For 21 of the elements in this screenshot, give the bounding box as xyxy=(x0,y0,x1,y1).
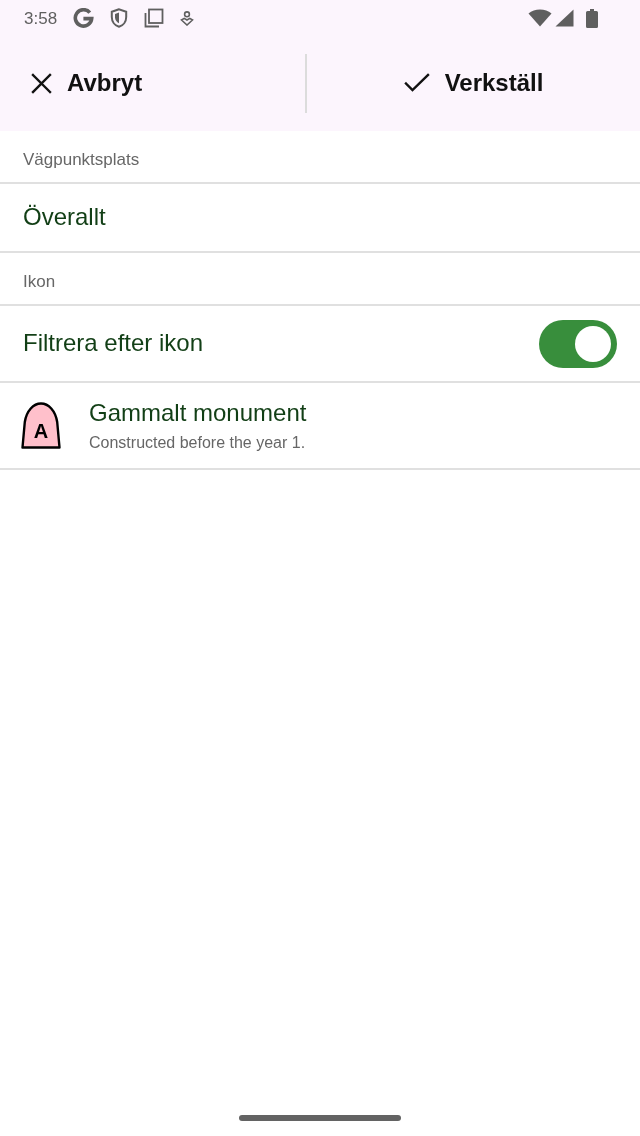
wifi-icon xyxy=(528,9,552,27)
check-icon xyxy=(403,73,430,94)
g-logo-icon xyxy=(73,7,95,29)
item-subtitle: Constructed before the year 1. xyxy=(89,433,307,453)
close-icon xyxy=(31,73,52,94)
switch-label: Filtrera efter ikon xyxy=(23,329,204,358)
item-title[interactable]: Gammalt monument xyxy=(89,398,307,428)
stacked-squares-icon xyxy=(144,8,165,28)
arch-marker-icon xyxy=(20,402,62,449)
marker-letter: A xyxy=(32,421,50,441)
battery-icon xyxy=(586,8,598,28)
signal-icon xyxy=(555,9,574,27)
cancel-button[interactable]: Avbryt xyxy=(21,61,153,106)
section-header: Vägpunktsplats xyxy=(23,150,140,170)
shield-icon xyxy=(110,8,129,28)
toggle-switch[interactable] xyxy=(539,319,617,368)
section-header: Ikon xyxy=(23,272,56,292)
option-item[interactable]: Överallt xyxy=(23,203,106,232)
status-time: 3:58 xyxy=(24,9,58,27)
apply-button[interactable]: Verkställ xyxy=(393,61,554,106)
person-icon xyxy=(180,10,195,26)
